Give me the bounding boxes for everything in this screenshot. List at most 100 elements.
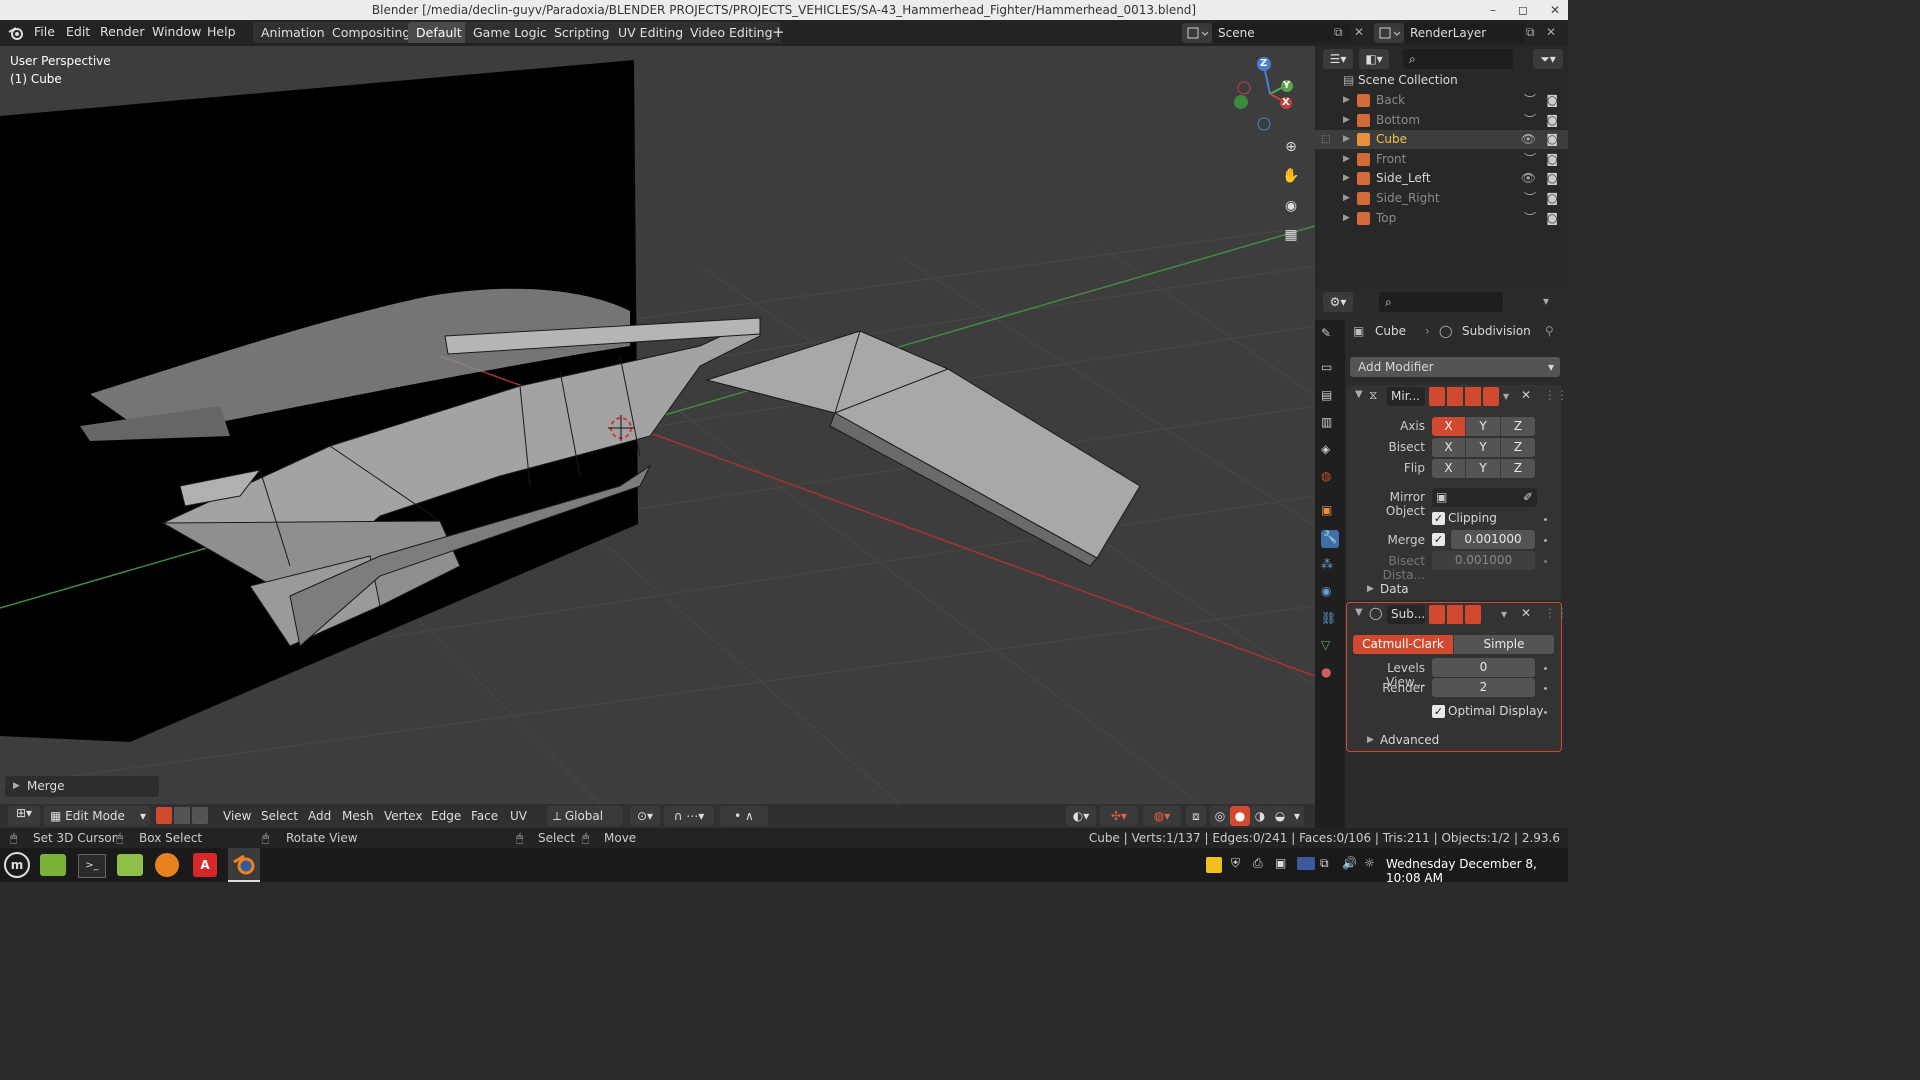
clock[interactable]: Wednesday December 8, 10:08 AM [1386, 857, 1568, 885]
overlays-toggle-icon[interactable]: ◍▾ [1143, 806, 1181, 826]
physics-tab-icon[interactable]: ◉ [1321, 584, 1339, 602]
menu-edit[interactable]: Edit [66, 24, 90, 39]
expand-arrow-icon[interactable]: ▶ [1343, 189, 1350, 208]
wireframe-shading-icon[interactable]: ◎ [1210, 806, 1230, 826]
start-menu-icon[interactable]: m [4, 852, 30, 878]
animate-property-dot[interactable] [1544, 687, 1547, 690]
last-operator-panel[interactable]: ▶ Merge [5, 776, 159, 797]
drag-handle-icon[interactable]: ⋮⋮ [1544, 388, 1568, 402]
header-menu-add[interactable]: Add [308, 809, 331, 823]
volume-tray-icon[interactable]: 🔊 [1342, 856, 1357, 870]
levels-viewport-field[interactable]: 0 [1432, 658, 1535, 677]
face-select-mode-button[interactable] [192, 807, 208, 824]
printer-tray-icon[interactable]: ⎙ [1253, 856, 1263, 871]
catmull-clark-toggle[interactable]: Catmull-Clark [1353, 635, 1454, 654]
maximize-button[interactable]: ◻ [1518, 0, 1528, 21]
display-mode-button[interactable]: ◧▾ [1359, 49, 1389, 69]
viewport-toggle-icon[interactable] [1447, 605, 1463, 624]
drag-handle-icon[interactable]: ⋮⋮ [1544, 606, 1568, 620]
view-layer-selector-button[interactable] [1374, 23, 1404, 43]
remove-modifier-icon[interactable]: ✕ [1521, 388, 1531, 402]
edit-mode-icon[interactable]: ⬚ [1321, 130, 1330, 149]
blender-taskbar-item[interactable] [228, 848, 260, 882]
expand-arrow-icon[interactable]: ▶ [1343, 111, 1350, 130]
axis-x-toggle[interactable]: X [1432, 417, 1466, 436]
minimize-button[interactable]: – [1490, 0, 1496, 21]
tab-scripting[interactable]: Scripting [546, 22, 618, 43]
add-workspace-button[interactable]: + [772, 23, 785, 41]
editmode-toggle-icon[interactable] [1429, 605, 1445, 624]
rendered-shading-icon[interactable]: ◒ [1270, 806, 1290, 826]
animate-property-dot[interactable] [1544, 539, 1547, 542]
visibility-icon[interactable]: ◐▾ [1066, 806, 1096, 826]
mirror-object-field[interactable]: ▣ ✐ [1432, 488, 1537, 507]
menu-file[interactable]: File [34, 24, 55, 39]
shield-tray-icon[interactable]: ⛨ [1231, 856, 1240, 871]
render-layer-field[interactable]: RenderLayer [1404, 23, 1524, 43]
viewport-scene[interactable] [0, 46, 1315, 804]
eye-closed-icon[interactable]: ︶ [1524, 111, 1536, 130]
flip-z-toggle[interactable]: Z [1501, 459, 1535, 478]
remove-modifier-icon[interactable]: ✕ [1521, 606, 1531, 620]
camera-render-icon[interactable]: ◙ [1546, 209, 1558, 228]
transform-orientation-selector[interactable]: ⟂ Global [547, 806, 623, 826]
vertex-select-mode-button[interactable] [156, 807, 172, 824]
edit-cage-toggle-icon[interactable] [1429, 387, 1445, 406]
header-menu-select[interactable]: Select [261, 809, 298, 823]
bisect-distance-field[interactable]: 0.001000 [1432, 551, 1535, 570]
mirror-name-field[interactable]: Mir... [1387, 387, 1425, 406]
modifier-menu-chevron-icon[interactable]: ▾ [1503, 389, 1509, 403]
collapse-arrow-icon[interactable]: ▼ [1355, 389, 1363, 400]
constraints-tab-icon[interactable]: ⛓ [1321, 611, 1339, 629]
scene-tab-icon[interactable]: ◈ [1321, 442, 1339, 460]
editmode-toggle-icon[interactable] [1447, 387, 1463, 406]
expand-arrow-icon[interactable]: ▶ [1343, 209, 1350, 228]
3d-viewport[interactable]: Z Y X User Perspective (1) Cube ⊕ ✋ ◉ ▦ [0, 46, 1315, 804]
eye-icon[interactable]: 👁 [1521, 169, 1536, 188]
bisect-z-toggle[interactable]: Z [1501, 438, 1535, 457]
expand-arrow-icon[interactable]: ▶ [1367, 584, 1374, 594]
data-subpanel-label[interactable]: Data [1380, 582, 1409, 596]
material-tab-icon[interactable]: ● [1321, 665, 1339, 683]
camera-icon[interactable]: ◉ [1280, 195, 1302, 217]
pin-icon[interactable]: ⚲ [1545, 324, 1554, 338]
camera-render-icon[interactable]: ◙ [1546, 169, 1558, 188]
modifier-menu-chevron-icon[interactable]: ▾ [1501, 607, 1507, 621]
terminal-icon[interactable]: >_ [78, 854, 106, 878]
data-tab-icon[interactable]: ▽ [1321, 638, 1339, 656]
outliner-scene-collection[interactable]: ▤ Scene Collection [1315, 71, 1568, 90]
merge-distance-field[interactable]: 0.001000 [1451, 530, 1535, 549]
copy-scene-icon[interactable]: ⧉ [1334, 25, 1343, 40]
solid-shading-icon[interactable]: ● [1230, 806, 1250, 826]
tool-tab-icon[interactable]: ✎ [1321, 326, 1339, 344]
remove-layer-icon[interactable]: ✕ [1546, 25, 1556, 39]
animate-property-dot[interactable] [1544, 560, 1547, 563]
editor-type-button[interactable]: ⊞▾ [8, 806, 40, 826]
outliner-item-side-right[interactable]: ▶ Side_Right ︶ ◙ [1315, 189, 1568, 208]
expand-arrow-icon[interactable]: ▶ [1343, 169, 1350, 188]
proportional-edit-icon[interactable]: • ∧ [720, 806, 768, 826]
axis-y-toggle[interactable]: Y [1466, 417, 1501, 436]
language-flag-icon[interactable] [1297, 857, 1315, 870]
view-layer-tab-icon[interactable]: ▥ [1321, 415, 1339, 433]
properties-options-chevron-icon[interactable]: ▾ [1543, 294, 1549, 308]
subdivision-name-field[interactable]: Sub... [1387, 605, 1425, 624]
close-button[interactable]: ✕ [1550, 0, 1560, 21]
tab-video-editing[interactable]: Video Editing [682, 22, 781, 43]
viewport-toggle-icon[interactable] [1465, 387, 1481, 406]
optimal-display-checkbox[interactable]: ✓ [1432, 705, 1445, 718]
particles-tab-icon[interactable]: ⁂ [1321, 557, 1339, 575]
outliner-item-front[interactable]: ▶ Front ︶ ◙ [1315, 150, 1568, 169]
camera-render-icon[interactable]: ◙ [1546, 189, 1558, 208]
render-toggle-icon[interactable] [1465, 605, 1481, 624]
shading-options-chevron-icon[interactable]: ▾ [1290, 806, 1304, 826]
header-menu-mesh[interactable]: Mesh [342, 809, 374, 823]
xray-toggle-icon[interactable]: ⧈ [1186, 806, 1206, 826]
clipping-checkbox[interactable]: ✓ [1432, 512, 1445, 525]
material-shading-icon[interactable]: ◑ [1250, 806, 1270, 826]
outliner-search-input[interactable]: ⌕ [1403, 49, 1513, 69]
keyboard-tray-icon[interactable]: ▣ [1275, 856, 1286, 870]
pan-hand-icon[interactable]: ✋ [1280, 165, 1302, 187]
outliner-editor-type-button[interactable]: ☰▾ [1323, 49, 1353, 69]
tab-animation[interactable]: Animation [253, 22, 333, 43]
